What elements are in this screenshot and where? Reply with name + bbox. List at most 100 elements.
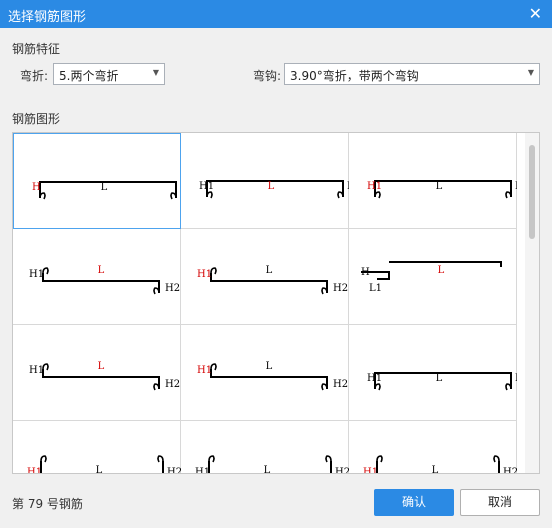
dimension-label: L [98,265,105,276]
rebar-shape-drawing: H1 L H2 [367,372,517,391]
status-text: 第 79 号钢筋 [12,497,83,511]
bend-label: 弯折: [20,69,49,83]
dimension-label: H2 [167,467,181,474]
rebar-shape-drawing: H1 L H2 [195,455,349,474]
features-section-label: 钢筋特征 [12,42,61,56]
dimension-label: H1 [195,467,210,474]
dimension-label: L [438,265,445,276]
dimension-label: H2 [503,467,517,474]
dimension-label: L [266,265,273,276]
shape-cell[interactable]: H1 L H2 [13,325,181,421]
dimension-label: H1 [363,467,378,474]
hook-mark [374,191,381,199]
scrollbar-thumb[interactable] [529,145,535,239]
dimension-label: H1 [27,467,42,474]
hook-mark [321,383,328,391]
rebar-line [210,273,328,293]
dimension-label: H [361,267,370,278]
dimension-label: H1 [197,269,212,280]
shapes-section-label: 钢筋图形 [12,112,61,126]
dimension-label: L [268,181,275,192]
hook-mark [337,191,344,199]
dimension-label: H2 [333,283,348,294]
dimension-label: L [98,361,105,372]
hook-mark [505,191,512,199]
shape-cell[interactable]: H1 L H2 [349,133,517,229]
hook-mark [321,287,328,295]
rebar-shape-drawing: H1 L H2 [197,361,348,391]
hook-select[interactable]: 3.90°弯折，带两个弯钩 ▼ [284,63,540,85]
dimension-label: H1 [199,181,214,192]
bend-select-value: 5.两个弯折 [59,69,119,83]
rebar-shape-drawing: H1 L H2 [197,265,348,295]
rebar-line [39,181,177,198]
dimension-label: H [32,182,41,193]
chevron-down-icon: ▼ [527,68,534,77]
dimension-label: H2 [335,467,349,474]
dimension-label: H2 [347,181,349,192]
window-title: 选择钢筋图形 [8,10,87,25]
dimension-label: L [264,465,271,474]
rebar-shape-drawing: H1 L H2 [29,265,180,295]
dimension-label: H2 [333,379,348,390]
shapes-grid: H1LH2H1LH2H1LH2H1LH2H1LH2H1LH2HLL1H1LH2H… [12,132,540,474]
rebar-shape-drawing: H1 L H2 [27,455,181,474]
dimension-label: L [436,181,443,192]
shape-cell[interactable]: H1 L H2 [181,229,349,325]
dimension-label: L1 [369,283,382,294]
dimension-label: H2 [515,181,517,192]
shape-cell[interactable]: H1 L H2 [349,421,517,474]
rebar-line [42,369,160,389]
rebar-line [374,372,512,389]
dimension-label: L [101,182,108,193]
rebar-line [374,180,512,197]
shape-cell[interactable]: H1 L H2 [349,325,517,421]
confirm-button[interactable]: 确认 [374,489,454,516]
dimension-label: H1 [197,365,212,376]
rebar-shape-drawing: H L L1 [361,261,502,294]
hook-select-value: 3.90°弯折，带两个弯钩 [290,69,419,83]
shape-cell[interactable]: HL [13,133,181,229]
shape-cell[interactable]: H1 L H2 [13,421,181,474]
bend-select[interactable]: 5.两个弯折 ▼ [53,63,165,85]
scrollbar[interactable] [525,133,539,473]
dimension-label: L [432,465,439,474]
dimension-label: L [96,465,103,474]
shape-cell[interactable]: H1 L H2 [181,421,349,474]
shape-cell[interactable]: H L L1 [349,229,517,325]
rebar-line [42,273,160,293]
shape-cell[interactable]: H1 L H2 [181,133,349,229]
shape-cell[interactable]: H1 L H2 [13,229,181,325]
dimension-label: H1 [367,181,382,192]
dimension-label: H2 [515,373,517,384]
rebar-line [206,180,344,197]
hook-mark [374,383,381,391]
dialog-body: 钢筋特征 弯折: 5.两个弯折 ▼ 弯钩: 3.90°弯折，带两个弯钩 ▼ 钢筋… [0,28,552,528]
rebar-shape-drawing: H1 L H2 [29,361,180,391]
dimension-label: L [266,361,273,372]
dimension-label: H1 [367,373,382,384]
rebar-shape-drawing: H1 L H2 [363,455,517,474]
hook-mark [505,383,512,391]
hook-mark [170,192,177,200]
hook-mark [153,383,160,391]
dimension-label: H1 [29,269,44,280]
title-bar: 选择钢筋图形 ✕ [0,0,552,28]
dimension-label: H2 [165,379,180,390]
close-icon[interactable]: ✕ [529,4,542,23]
rebar-line [210,369,328,389]
rebar-shape-drawing: H1 L H2 [199,180,349,199]
cancel-button[interactable]: 取消 [460,489,540,516]
hook-mark [39,192,46,200]
rebar-shape-drawing: H1 L H2 [367,180,517,199]
dimension-label: H1 [29,365,44,376]
rebar-line [389,261,502,267]
chevron-down-icon: ▼ [152,68,159,77]
hook-mark [206,191,213,199]
shape-cell[interactable]: H1 L H2 [181,325,349,421]
hook-mark [153,287,160,295]
dimension-label: H2 [165,283,180,294]
rebar-shape-drawing: HL [32,181,177,200]
hook-label: 弯钩: [253,69,282,83]
dimension-label: L [436,373,443,384]
